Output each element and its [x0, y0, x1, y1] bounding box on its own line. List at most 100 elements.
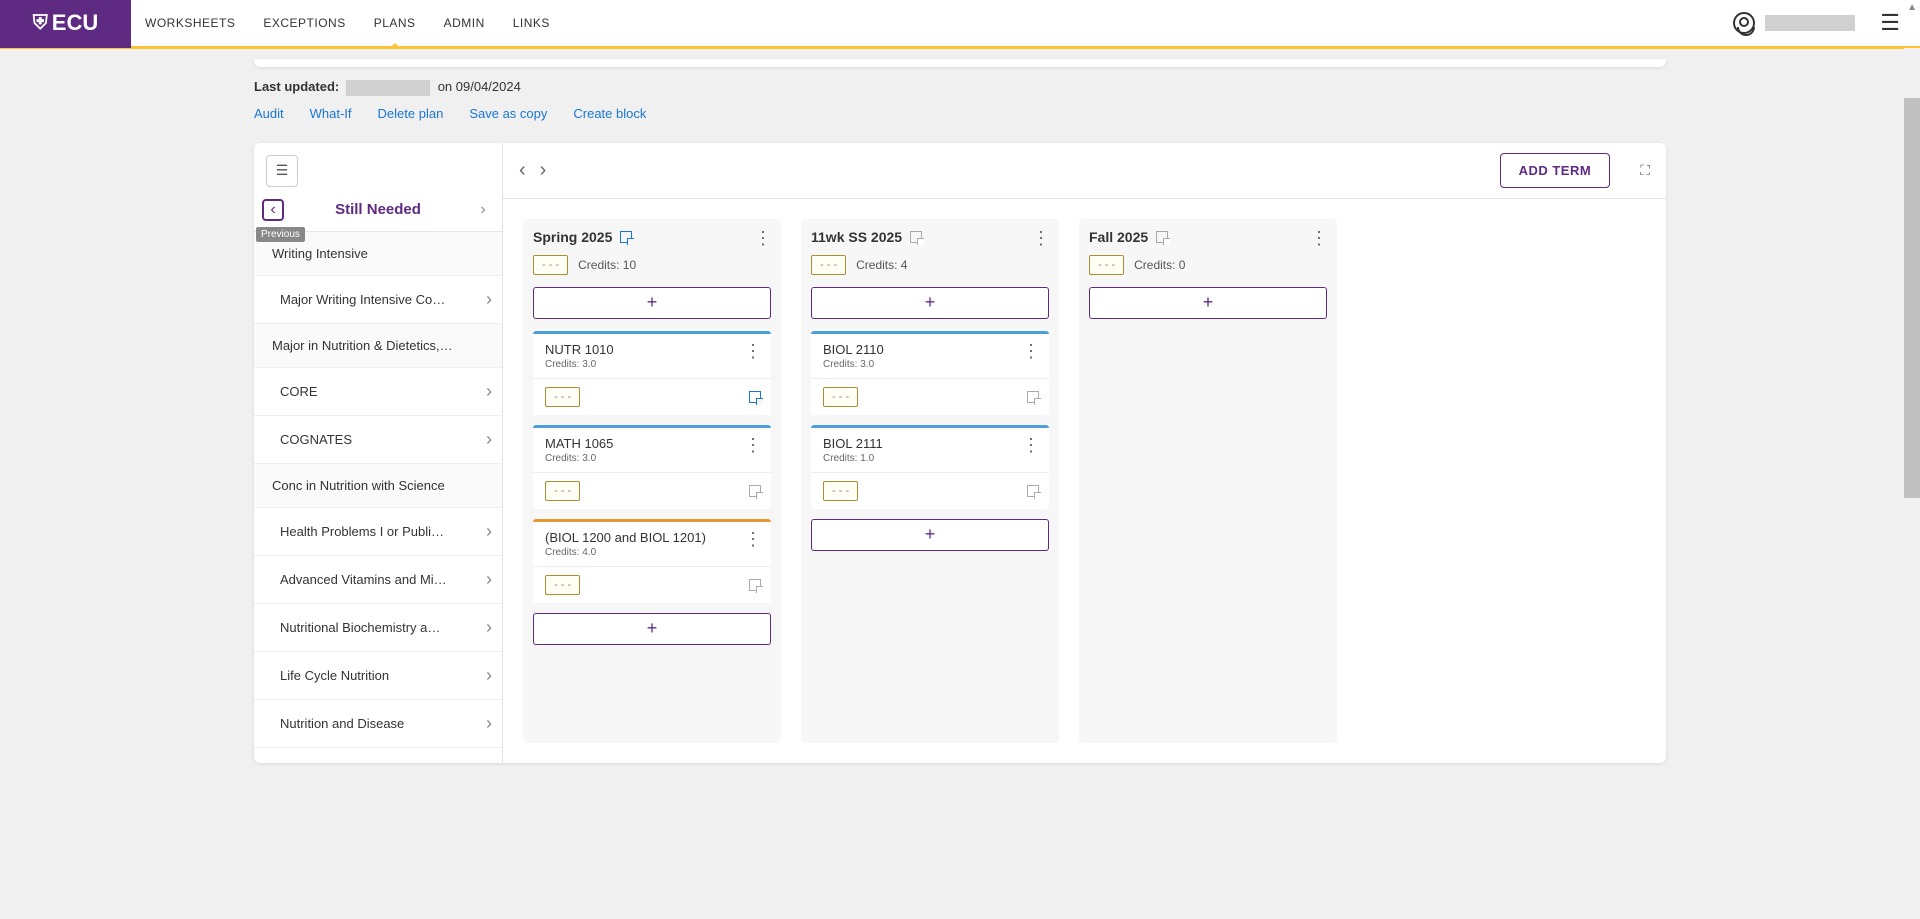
link-save-as-copy[interactable]: Save as copy: [469, 106, 547, 121]
add-course-button[interactable]: +: [1089, 287, 1327, 319]
terms-prev-icon[interactable]: ‹: [519, 159, 526, 182]
logo[interactable]: ⛨ ECU: [0, 0, 131, 48]
chevron-right-icon: ›: [486, 569, 492, 590]
sidebar-prev-button[interactable]: ‹: [262, 199, 284, 221]
header-right: ☰: [1733, 10, 1920, 36]
term-menu-icon[interactable]: ⋮: [754, 229, 771, 247]
term-menu-icon[interactable]: ⋮: [1032, 229, 1049, 247]
sidebar-item[interactable]: Topics in Nutrition›: [254, 748, 502, 763]
note-icon[interactable]: [620, 231, 632, 243]
vertical-scrollbar[interactable]: [1904, 48, 1920, 768]
sidebar-item-label: Nutritional Biochemistry a…: [280, 620, 440, 635]
course-card-bottom: - - -: [811, 472, 1049, 509]
note-icon[interactable]: [749, 391, 761, 403]
sidebar-item[interactable]: CORE›: [254, 368, 502, 416]
chevron-right-icon: ›: [486, 381, 492, 402]
course-status-box[interactable]: - - -: [545, 481, 580, 501]
sidebar: ☰ ‹ Still Needed › Previous Writing Inte…: [254, 143, 503, 763]
sidebar-next-button[interactable]: ›: [472, 199, 494, 221]
sidebar-item[interactable]: Health Problems I or Publi…›: [254, 508, 502, 556]
link-delete-plan[interactable]: Delete plan: [378, 106, 444, 121]
add-course-button[interactable]: +: [811, 287, 1049, 319]
course-card-bottom: - - -: [533, 566, 771, 603]
course-card[interactable]: (BIOL 1200 and BIOL 1201)Credits: 4.0⋮- …: [533, 519, 771, 603]
course-card[interactable]: NUTR 1010Credits: 3.0⋮- - -: [533, 331, 771, 415]
term-credits: Credits: 10: [578, 258, 636, 272]
scroll-up-arrow[interactable]: ▲: [1907, 2, 1917, 13]
course-menu-icon[interactable]: ⋮: [1022, 436, 1039, 464]
course-status-box[interactable]: - - -: [823, 481, 858, 501]
term-menu-icon[interactable]: ⋮: [1310, 229, 1327, 247]
course-title: MATH 1065: [545, 436, 613, 451]
term-sub: - - - Credits: 0: [1089, 255, 1327, 275]
prev-card-edge: [254, 59, 1666, 67]
course-credits: Credits: 3.0: [823, 359, 884, 370]
add-course-button-bottom[interactable]: +: [533, 613, 771, 645]
sidebar-item-label: Life Cycle Nutrition: [280, 668, 389, 683]
sidebar-item-label: Major Writing Intensive Co…: [280, 292, 445, 307]
add-term-button[interactable]: ADD TERM: [1500, 153, 1611, 188]
course-credits: Credits: 3.0: [545, 359, 614, 370]
terms-header: ‹ › ADD TERM ⛶: [503, 143, 1666, 199]
term-status-box[interactable]: - - -: [1089, 255, 1124, 275]
sidebar-item[interactable]: Nutritional Biochemistry a…›: [254, 604, 502, 652]
info-bar: Last updated: on 09/04/2024 Audit What-I…: [254, 67, 1920, 133]
course-status-box[interactable]: - - -: [823, 387, 858, 407]
note-icon[interactable]: [1027, 391, 1039, 403]
course-status-box[interactable]: - - -: [545, 387, 580, 407]
sidebar-item[interactable]: Major Writing Intensive Co…›: [254, 276, 502, 324]
logo-text: ECU: [52, 10, 98, 36]
link-audit[interactable]: Audit: [254, 106, 284, 121]
expand-icon[interactable]: ⛶: [1640, 162, 1650, 179]
user-icon[interactable]: [1733, 12, 1755, 34]
note-icon[interactable]: [1156, 231, 1168, 243]
course-menu-icon[interactable]: ⋮: [744, 436, 761, 464]
note-icon[interactable]: [749, 579, 761, 591]
course-menu-icon[interactable]: ⋮: [744, 530, 761, 558]
user-name-redacted: [1765, 15, 1855, 31]
terms-next-icon[interactable]: ›: [540, 159, 547, 182]
term-column: 11wk SS 2025⋮- - -Credits: 4+BIOL 2110Cr…: [801, 219, 1059, 743]
term-status-box[interactable]: - - -: [811, 255, 846, 275]
nav-exceptions[interactable]: EXCEPTIONS: [263, 0, 345, 46]
shield-icon: ⛨: [33, 12, 48, 35]
term-title: 11wk SS 2025: [811, 229, 902, 245]
nav-plans[interactable]: PLANS: [374, 0, 416, 46]
sidebar-item[interactable]: COGNATES›: [254, 416, 502, 464]
updater-redacted: [346, 80, 430, 96]
sidebar-item-label: Nutrition and Disease: [280, 716, 404, 731]
sidebar-item[interactable]: Life Cycle Nutrition ›: [254, 652, 502, 700]
nav-worksheets[interactable]: WORKSHEETS: [145, 0, 235, 46]
course-status-box[interactable]: - - -: [545, 575, 580, 595]
sidebar-item[interactable]: Advanced Vitamins and Mi…›: [254, 556, 502, 604]
term-credits: Credits: 0: [1134, 258, 1185, 272]
note-icon[interactable]: [1027, 485, 1039, 497]
add-course-button[interactable]: +: [533, 287, 771, 319]
sidebar-item[interactable]: Nutrition and Disease›: [254, 700, 502, 748]
chevron-right-icon: ›: [486, 665, 492, 686]
term-title: Spring 2025: [533, 229, 612, 245]
menu-icon[interactable]: ☰: [1880, 10, 1900, 36]
note-icon[interactable]: [749, 485, 761, 497]
course-card[interactable]: BIOL 2111Credits: 1.0⋮- - -: [811, 425, 1049, 509]
course-card[interactable]: MATH 1065Credits: 3.0⋮- - -: [533, 425, 771, 509]
course-menu-icon[interactable]: ⋮: [744, 342, 761, 370]
term-sub: - - -Credits: 4: [811, 255, 1049, 275]
chevron-right-icon: ›: [486, 429, 492, 450]
course-card[interactable]: BIOL 2110Credits: 3.0⋮- - -: [811, 331, 1049, 415]
main-panel: ☰ ‹ Still Needed › Previous Writing Inte…: [254, 143, 1666, 763]
scrollbar-thumb[interactable]: [1904, 98, 1920, 498]
note-icon[interactable]: [910, 231, 922, 243]
term-column: Fall 2025⋮- - -Credits: 0+: [1079, 219, 1337, 743]
sidebar-nav: ‹ Still Needed › Previous: [254, 199, 502, 231]
sidebar-toggle-button[interactable]: ☰: [266, 155, 298, 187]
add-course-button-bottom[interactable]: +: [811, 519, 1049, 551]
course-card-top: BIOL 2110Credits: 3.0⋮: [811, 334, 1049, 378]
nav-links[interactable]: LINKS: [513, 0, 550, 46]
course-menu-icon[interactable]: ⋮: [1022, 342, 1039, 370]
course-card-bottom: - - -: [811, 378, 1049, 415]
link-create-block[interactable]: Create block: [573, 106, 646, 121]
nav-admin[interactable]: ADMIN: [444, 0, 485, 46]
term-status-box[interactable]: - - -: [533, 255, 568, 275]
link-whatif[interactable]: What-If: [310, 106, 352, 121]
